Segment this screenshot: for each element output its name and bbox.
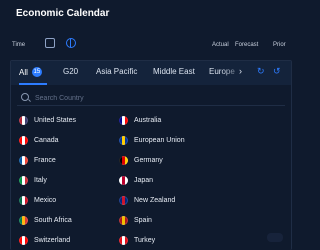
list-item[interactable]: Italy xyxy=(19,173,47,187)
page-title: Economic Calendar xyxy=(16,8,110,19)
globe-icon[interactable] xyxy=(66,38,76,48)
list-item[interactable]: France xyxy=(19,153,56,167)
time-column-label: Time xyxy=(12,42,26,48)
flag-icon xyxy=(119,135,128,145)
search-input[interactable] xyxy=(33,91,277,105)
country-name: Australia xyxy=(134,116,162,124)
country-name: Mexico xyxy=(34,196,57,204)
list-item[interactable]: Switzerland xyxy=(19,233,70,247)
flag-icon xyxy=(119,235,128,245)
refresh-icon[interactable]: ↻ xyxy=(257,66,265,77)
country-name: Switzerland xyxy=(34,236,71,244)
country-name: Germany xyxy=(134,156,163,164)
country-name: South Africa xyxy=(34,216,72,224)
country-name: Turkey xyxy=(134,236,156,244)
country-name: United States xyxy=(34,116,77,124)
country-row: Italy Japan xyxy=(17,173,285,193)
list-item[interactable]: Spain xyxy=(119,213,152,227)
flag-icon xyxy=(19,115,28,125)
flag-icon xyxy=(119,155,128,165)
flag-icon xyxy=(19,215,28,225)
scroll-hint xyxy=(267,233,283,242)
list-item[interactable]: Japan xyxy=(119,173,153,187)
flag-icon xyxy=(119,115,128,125)
chevron-right-icon[interactable]: › xyxy=(239,66,242,76)
reset-icon[interactable]: ↺ xyxy=(273,66,281,77)
tab-g20[interactable]: G20 xyxy=(63,67,78,76)
list-item[interactable]: United States xyxy=(19,113,76,127)
search-icon xyxy=(21,93,29,101)
country-row: Canada European Union xyxy=(17,133,285,153)
flag-icon xyxy=(119,175,128,185)
country-name: Japan xyxy=(134,176,154,184)
tab-all-label: All xyxy=(19,67,28,77)
tab-asia-pacific[interactable]: Asia Pacific xyxy=(96,67,137,76)
active-tab-indicator xyxy=(19,83,47,85)
prior-column-label: Prior xyxy=(273,42,286,48)
tab-middle-east[interactable]: Middle East xyxy=(153,67,195,76)
flag-icon xyxy=(19,135,28,145)
list-item[interactable]: Australia xyxy=(119,113,161,127)
country-search xyxy=(17,91,285,106)
calendar-icon[interactable] xyxy=(45,38,55,48)
tabs-fade xyxy=(221,61,251,85)
list-item[interactable]: Canada xyxy=(19,133,59,147)
list-item[interactable]: New Zealand xyxy=(119,193,175,207)
flag-icon xyxy=(119,215,128,225)
list-item[interactable]: Mexico xyxy=(19,193,56,207)
country-filter-panel: All 15 G20 Asia Pacific Middle East Euro… xyxy=(10,60,292,250)
country-row: Switzerland Turkey xyxy=(17,233,285,250)
forecast-column-label: Forecast xyxy=(235,42,259,48)
country-row: South Africa Spain xyxy=(17,213,285,233)
flag-icon xyxy=(19,155,28,165)
country-row: France Germany xyxy=(17,153,285,173)
region-tabs: All 15 G20 Asia Pacific Middle East Euro… xyxy=(11,61,291,85)
flag-icon xyxy=(119,195,128,205)
country-name: Spain xyxy=(134,216,152,224)
flag-icon xyxy=(19,195,28,205)
flag-icon xyxy=(19,175,28,185)
list-item[interactable]: Turkey xyxy=(119,233,155,247)
country-name: Canada xyxy=(34,136,59,144)
country-name: European Union xyxy=(134,136,185,144)
actual-column-label: Actual xyxy=(212,42,229,48)
country-row: United States Australia xyxy=(17,113,285,133)
country-name: Italy xyxy=(34,176,47,184)
list-item[interactable]: Germany xyxy=(119,153,163,167)
country-list: United States Australia Canada European Uni… xyxy=(17,113,285,250)
list-item[interactable]: South Africa xyxy=(19,213,72,227)
country-row: Mexico New Zealand xyxy=(17,193,285,213)
tab-all[interactable]: All 15 xyxy=(19,67,42,77)
calendar-header-bar: Time Actual Forecast Prior xyxy=(0,34,300,54)
all-count-badge: 15 xyxy=(31,67,42,77)
country-name: France xyxy=(34,156,56,164)
country-name: New Zealand xyxy=(134,196,176,204)
flag-icon xyxy=(19,235,28,245)
list-item[interactable]: European Union xyxy=(119,133,185,147)
